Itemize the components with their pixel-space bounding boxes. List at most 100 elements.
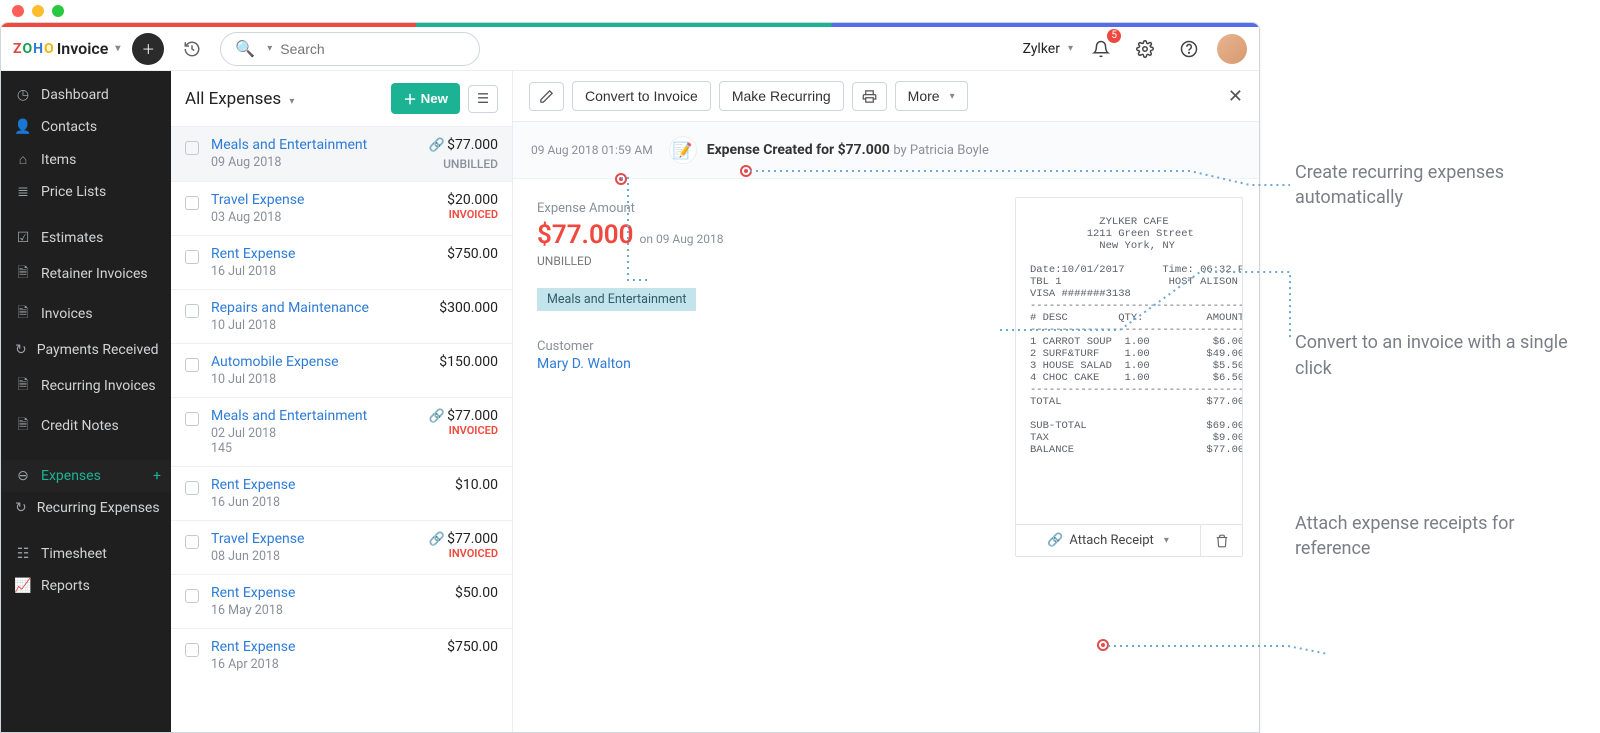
sidebar-item-invoices[interactable]: 🗎Invoices (1, 294, 171, 334)
sidebar-item-recurring-expenses[interactable]: ↻Recurring Expenses (1, 492, 171, 524)
org-name: Zylker (1023, 41, 1060, 57)
print-icon (862, 89, 877, 104)
notifications-button[interactable]: 5 (1085, 33, 1117, 65)
sidebar-item-estimates[interactable]: ☑Estimates (1, 222, 171, 254)
expense-date: 16 Apr 2018 (211, 657, 435, 672)
expense-row[interactable]: Rent Expense 16 Apr 2018 $750.00 (171, 628, 512, 682)
chevron-down-icon: ▾ (1068, 43, 1073, 54)
attach-receipt-button[interactable]: 🔗 Attach Receipt▾ (1016, 525, 1200, 556)
expense-status: INVOICED (447, 208, 498, 221)
expense-row[interactable]: Meals and Entertainment 02 Jul 2018 145 … (171, 397, 512, 466)
sidebar-item-payments-received[interactable]: ↻Payments Received (1, 334, 171, 366)
sidebar-item-price-lists[interactable]: ≣Price Lists (1, 176, 171, 208)
row-checkbox[interactable] (185, 358, 199, 372)
refresh-icon: ↻ (15, 342, 27, 358)
list-header: All Expenses ▾ ＋ New ☰ (171, 71, 512, 126)
expense-status: UNBILLED (429, 157, 498, 171)
sidebar-item-timesheet[interactable]: ☷Timesheet (1, 538, 171, 570)
row-checkbox[interactable] (185, 481, 199, 495)
file-icon: 🗎 (15, 262, 31, 286)
expense-ref: 145 (211, 441, 417, 456)
minimize-window-icon[interactable] (32, 5, 44, 17)
search-input[interactable] (280, 41, 465, 57)
history-button[interactable] (176, 33, 208, 65)
detail-summary: Expense Amount $77.000on 09 Aug 2018 UNB… (513, 179, 1015, 732)
customer-link[interactable]: Mary D. Walton (537, 356, 991, 372)
receipt-content: ZYLKER CAFE 1211 Green Street New York, … (1016, 198, 1242, 524)
callout-dot (615, 173, 627, 185)
expense-row[interactable]: Rent Expense 16 Jun 2018 $10.00 (171, 466, 512, 520)
callout-dot (740, 165, 752, 177)
expense-date: 09 Aug 2018 (211, 155, 417, 170)
expense-amount: 🔗$77.000 INVOICED (429, 408, 498, 456)
add-icon[interactable]: + (153, 468, 161, 484)
app-logo[interactable]: ZOHO Invoice ▾ (13, 39, 120, 58)
row-checkbox[interactable] (185, 141, 199, 155)
help-button[interactable] (1173, 33, 1205, 65)
expense-row[interactable]: Travel Expense 08 Jun 2018 🔗$77.000 INVO… (171, 520, 512, 574)
notification-count: 5 (1107, 29, 1121, 43)
row-checkbox[interactable] (185, 196, 199, 210)
org-switcher[interactable]: Zylker ▾ (1023, 41, 1073, 57)
new-expense-button[interactable]: ＋ New (391, 83, 460, 114)
avatar[interactable] (1217, 34, 1247, 64)
list-menu-button[interactable]: ☰ (468, 85, 498, 113)
list-title[interactable]: All Expenses ▾ (185, 89, 294, 109)
paperclip-icon: 🔗 (429, 138, 445, 153)
close-window-icon[interactable] (12, 5, 24, 17)
expense-date: 16 Jul 2018 (211, 264, 435, 279)
tag-icon: ⌂ (15, 151, 31, 168)
sidebar-item-label: Retainer Invoices (41, 266, 148, 282)
row-checkbox[interactable] (185, 412, 199, 426)
more-button[interactable]: More ▾ (895, 81, 968, 111)
sidebar-item-label: Dashboard (41, 87, 109, 103)
row-checkbox[interactable] (185, 589, 199, 603)
expense-row[interactable]: Automobile Expense 10 Jul 2018 $150.000 (171, 343, 512, 397)
expense-date: 16 Jun 2018 (211, 495, 443, 510)
print-button[interactable] (852, 82, 887, 111)
expense-amount: $300.000 (439, 300, 498, 333)
sidebar-item-items[interactable]: ⌂Items (1, 143, 171, 176)
expense-amount: $50.00 (455, 585, 498, 618)
expense-title: Travel Expense (211, 531, 417, 547)
sidebar-item-retainer-invoices[interactable]: 🗎 Retainer Invoices (1, 254, 171, 294)
expense-row[interactable]: Repairs and Maintenance 10 Jul 2018 $300… (171, 289, 512, 343)
row-checkbox[interactable] (185, 643, 199, 657)
expense-list: Meals and Entertainment 09 Aug 2018 🔗$77… (171, 126, 512, 732)
product-name: Invoice (57, 39, 109, 58)
edit-button[interactable] (529, 82, 564, 111)
row-checkbox[interactable] (185, 250, 199, 264)
minus-circle-icon: ⊖ (15, 468, 31, 484)
search-icon: 🔍 (235, 39, 255, 58)
expense-row[interactable]: Meals and Entertainment 09 Aug 2018 🔗$77… (171, 126, 512, 181)
convert-to-invoice-button[interactable]: Convert to Invoice (572, 81, 711, 111)
sidebar-item-expenses[interactable]: ⊖Expenses+ (1, 460, 171, 492)
expense-row[interactable]: Rent Expense 16 May 2018 $50.00 (171, 574, 512, 628)
expense-amount: 🔗$77.000 INVOICED (429, 531, 498, 564)
row-checkbox[interactable] (185, 304, 199, 318)
activity-log-row: 09 Aug 2018 01:59 AM 📝 Expense Created f… (513, 122, 1259, 179)
zoho-logo-icon: ZOHO (13, 41, 54, 57)
sidebar-item-reports[interactable]: 📈Reports (1, 570, 171, 602)
make-recurring-button[interactable]: Make Recurring (719, 81, 844, 111)
sidebar-item-contacts[interactable]: 👤Contacts (1, 111, 171, 143)
expense-row[interactable]: Rent Expense 16 Jul 2018 $750.00 (171, 235, 512, 289)
expense-row[interactable]: Travel Expense 03 Aug 2018 $20.000 INVOI… (171, 181, 512, 235)
sidebar-item-recurring-invoices[interactable]: 🗎Recurring Invoices (1, 366, 171, 406)
expense-status: INVOICED (429, 424, 498, 437)
sidebar-item-label: Reports (41, 578, 90, 594)
maximize-window-icon[interactable] (52, 5, 64, 17)
expense-date: 10 Jul 2018 (211, 318, 427, 333)
expense-category-tag[interactable]: Meals and Entertainment (537, 288, 696, 311)
callout-dot (1097, 639, 1109, 651)
row-checkbox[interactable] (185, 535, 199, 549)
delete-receipt-button[interactable] (1200, 525, 1242, 556)
search-box[interactable]: 🔍▾ (220, 32, 480, 66)
quick-create-button[interactable]: ＋ (132, 33, 164, 65)
sidebar-item-dashboard[interactable]: ◷Dashboard (1, 79, 171, 111)
expense-title: Rent Expense (211, 639, 435, 655)
paperclip-icon: 🔗 (1047, 533, 1063, 548)
settings-button[interactable] (1129, 33, 1161, 65)
sidebar-item-credit-notes[interactable]: 🗎Credit Notes (1, 406, 171, 446)
close-detail-button[interactable]: ✕ (1228, 86, 1243, 107)
